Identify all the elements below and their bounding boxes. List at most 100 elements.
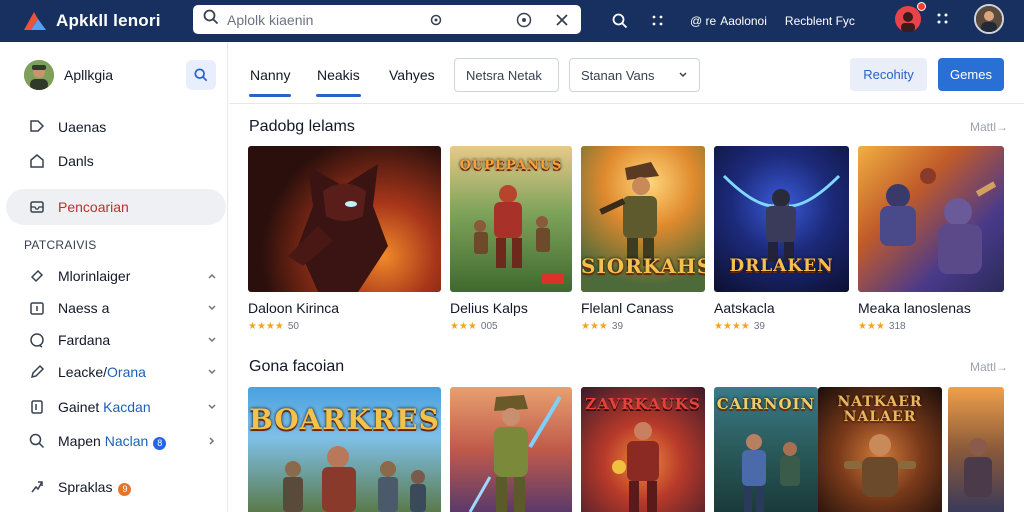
top-link-recent[interactable]: Recblent Fyc (785, 14, 855, 28)
sidebar-item-label: Uaenas (58, 119, 107, 135)
calendar-icon (28, 299, 46, 317)
category-label-main: Leacke (58, 364, 104, 380)
search-icon (203, 9, 219, 30)
game-rating: ★★★★ 50 (248, 321, 441, 332)
see-more-link[interactable]: Mattl→ (970, 120, 1008, 134)
game-thumbnail: BOARKRES (248, 387, 441, 512)
profile[interactable]: Apllkgia (24, 60, 113, 90)
category-item[interactable]: Naess a (28, 299, 218, 317)
location-icon[interactable] (427, 11, 445, 29)
game-card[interactable]: ZAVRKAUKS (581, 387, 705, 512)
share-icon (28, 478, 46, 496)
tag-icon (28, 118, 46, 136)
tab-vahyes[interactable]: Vahyes (389, 67, 435, 83)
search-bar[interactable]: Aplolk kiaenin (193, 5, 581, 34)
category-label: Mapen Naclan 8 (58, 433, 206, 450)
game-rating: ★★★ 39 (581, 321, 705, 332)
game-card[interactable]: DRLAKEN Aatskacla ★★★★ 39 (714, 146, 849, 332)
chevron-down-icon (678, 68, 688, 83)
category-item[interactable]: Mapen Naclan 8 (28, 432, 218, 450)
search-icon[interactable] (606, 7, 634, 35)
sort-dropdown-value: Stanan Vans (581, 67, 655, 83)
chevron-right-icon[interactable] (206, 435, 218, 447)
secondary-button[interactable]: Recohity (850, 58, 927, 91)
rating-score: 39 (611, 321, 624, 332)
star-icon: ★★★★ (248, 321, 284, 332)
game-card[interactable]: OUPEPANUS Delius Kalps ★★★ 005 (450, 146, 572, 332)
game-thumbnail: CAIRNOIN (714, 387, 818, 512)
apps-grid-icon[interactable] (644, 7, 672, 35)
category-label-extra: Kacdan (103, 399, 151, 415)
search-input[interactable]: Aplolk kiaenin (227, 12, 413, 28)
game-card[interactable] (948, 387, 1004, 512)
see-more-link[interactable]: Mattl→ (970, 360, 1008, 374)
app-logo[interactable]: Apkkll lenori (22, 10, 192, 32)
game-thumbnail: OUPEPANUS (450, 146, 572, 292)
home-icon (28, 152, 46, 170)
game-title: Meaka lanoslenas (858, 300, 971, 316)
category-item[interactable]: Spraklas 9 (28, 478, 218, 496)
sidebar-search-button[interactable] (186, 60, 216, 90)
section-title: Padobg lelams (249, 118, 355, 135)
filter-input[interactable]: Netsra Netak (454, 58, 559, 92)
sidebar-item-uaenas[interactable]: Uaenas (28, 118, 106, 136)
category-label-main: Mapen (58, 432, 101, 449)
notification-avatar[interactable] (895, 6, 921, 32)
category-label: Leacke/Orana (58, 364, 146, 380)
game-title: Daloon Kirinca (248, 300, 340, 316)
category-label-extra: Naclan (104, 432, 149, 449)
game-card[interactable]: CAIRNOIN (714, 387, 818, 512)
tab-nanny[interactable]: Nanny (250, 67, 290, 83)
category-item[interactable]: Leacke/Orana (28, 363, 218, 381)
inbox-icon (28, 198, 46, 216)
game-card[interactable] (450, 387, 572, 512)
sidebar-item-danls[interactable]: Danls (28, 152, 94, 170)
chevron-down-icon[interactable] (206, 401, 218, 413)
category-label-extra: Orana (107, 364, 146, 380)
pen-icon (28, 363, 46, 381)
help-icon[interactable] (515, 11, 533, 29)
game-card[interactable]: Meaka lanoslenas ★★★ 318 (858, 146, 1004, 332)
section-heading: PATCRAIVIS (24, 238, 97, 252)
count-badge: 9 (118, 482, 132, 496)
sidebar-item-active[interactable]: Pencoarian (6, 189, 226, 225)
more-apps-icon[interactable] (936, 12, 950, 31)
game-thumbnail: ZAVRKAUKS (581, 387, 705, 512)
game-title: Aatskacla (714, 300, 775, 316)
category-label: Naess a (58, 300, 110, 316)
game-thumbnail: SIORKAHS (581, 146, 705, 292)
chevron-down-icon[interactable] (206, 302, 218, 314)
chevron-down-icon[interactable] (206, 334, 218, 346)
tabs-bar: Nanny Neakis Vahyes Netsra Netak Stanan … (229, 42, 1024, 104)
category-item[interactable]: Gainet Kacdan (28, 398, 218, 416)
primary-button[interactable]: Gemes (938, 58, 1004, 91)
game-card[interactable]: NATKAER NALAER (818, 387, 942, 512)
main-content: Nanny Neakis Vahyes Netsra Netak Stanan … (229, 42, 1024, 512)
game-thumbnail: NATKAER NALAER (818, 387, 942, 512)
game-card[interactable]: SIORKAHS Flelanl Canass ★★★ 39 (581, 146, 705, 332)
chevron-down-icon[interactable] (206, 366, 218, 378)
sort-dropdown[interactable]: Stanan Vans (569, 58, 700, 92)
game-thumbnail: DRLAKEN (714, 146, 849, 292)
game-title: Delius Kalps (450, 300, 528, 316)
top-link-prefix: @ re (690, 14, 717, 28)
game-art-title: SIORKAHS (581, 254, 705, 278)
chat-icon (28, 331, 46, 349)
ticket-icon (28, 267, 46, 285)
user-avatar[interactable] (974, 4, 1004, 34)
category-item[interactable]: Mlorinlaiger (28, 267, 218, 285)
count-badge: 8 (153, 436, 167, 450)
game-card[interactable]: Daloon Kirinca ★★★★ 50 (248, 146, 441, 332)
chevron-up-icon[interactable] (206, 270, 218, 282)
category-item[interactable]: Fardana (28, 331, 218, 349)
notification-badge (917, 2, 926, 11)
game-card[interactable]: BOARKRES (248, 387, 441, 512)
close-icon[interactable] (553, 11, 571, 29)
tab-neakis[interactable]: Neakis (317, 67, 360, 83)
top-link-account[interactable]: @ re Aaolonoi (690, 14, 767, 28)
category-label: Mlorinlaiger (58, 268, 131, 284)
rating-score: 318 (888, 321, 906, 332)
avatar (24, 60, 54, 90)
logo-icon (22, 10, 48, 32)
game-thumbnail (858, 146, 1004, 292)
